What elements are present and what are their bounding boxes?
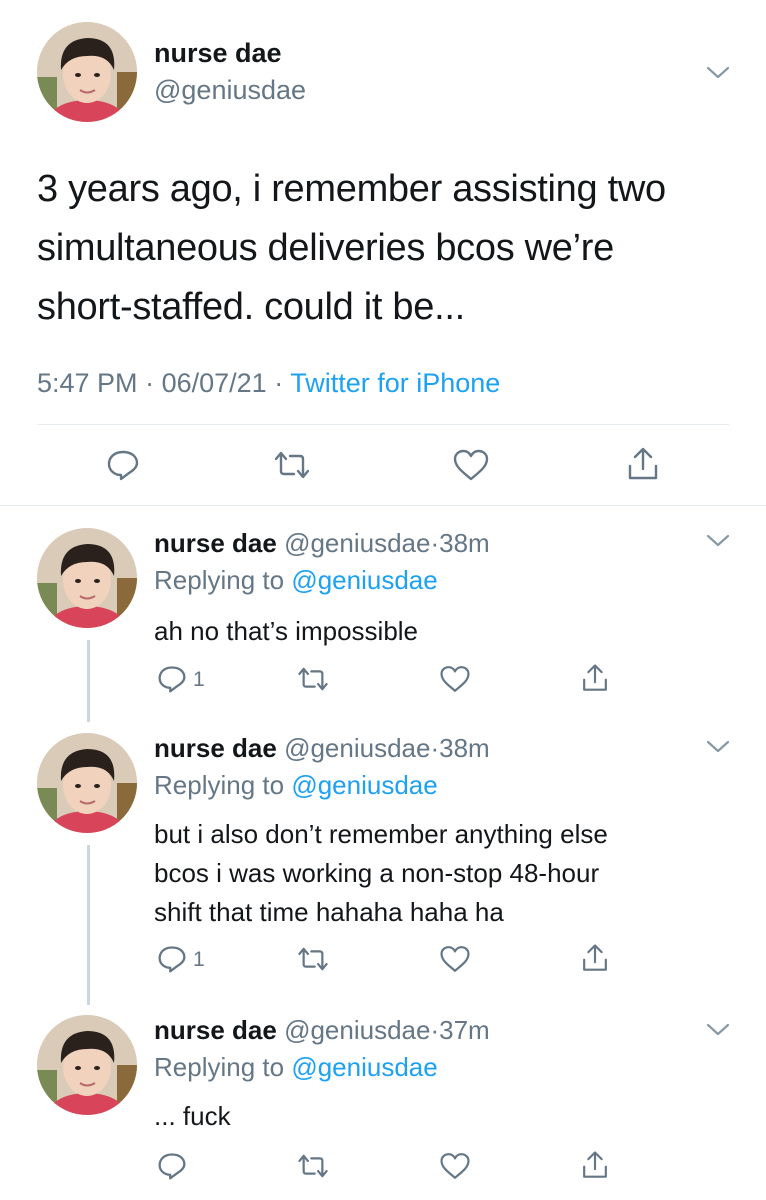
share-icon[interactable] xyxy=(580,1149,610,1181)
share-icon[interactable] xyxy=(625,446,661,482)
reply-text-line: bcos i was working a non-stop 48-hour xyxy=(154,858,600,888)
avatar[interactable] xyxy=(37,22,137,122)
share-icon[interactable] xyxy=(580,662,610,694)
tweet-time[interactable]: 5:47 PM xyxy=(37,368,138,398)
heart-icon[interactable] xyxy=(439,664,471,694)
heart-icon[interactable] xyxy=(439,1151,471,1181)
retweet-icon[interactable] xyxy=(296,664,330,694)
replying-to: Replying to @geniusdae xyxy=(154,770,438,801)
timestamp[interactable]: 38m xyxy=(439,733,490,763)
meta-separator: · xyxy=(274,368,284,398)
reply-header: nurse dae @geniusdae·37m xyxy=(154,1015,490,1046)
handle[interactable]: @geniusdae xyxy=(284,528,430,558)
reply-icon[interactable] xyxy=(157,664,187,694)
chevron-down-icon[interactable] xyxy=(705,64,731,80)
replying-handle[interactable]: @geniusdae xyxy=(291,1052,437,1082)
display-name[interactable]: nurse dae xyxy=(154,733,277,763)
handle[interactable]: @geniusdae xyxy=(154,75,306,106)
tweet-text: 3 years ago, i remember assisting two si… xyxy=(37,160,666,337)
reply-text: but i also don’t remember anything else … xyxy=(154,815,608,932)
heart-icon[interactable] xyxy=(439,944,471,974)
replying-to: Replying to @geniusdae xyxy=(154,1052,438,1083)
display-name[interactable]: nurse dae xyxy=(154,1015,277,1045)
retweet-icon[interactable] xyxy=(296,1151,330,1181)
dot: · xyxy=(430,733,440,763)
divider xyxy=(0,505,766,506)
thread-line xyxy=(87,845,90,1005)
reply-header: nurse dae @geniusdae·38m xyxy=(154,528,490,559)
share-icon[interactable] xyxy=(580,942,610,974)
reply-count: 1 xyxy=(193,668,205,691)
reply-icon[interactable] xyxy=(106,448,140,482)
tweet-text-line: short-staffed. could it be... xyxy=(37,286,465,328)
thread-line xyxy=(87,640,90,722)
reply-icon[interactable] xyxy=(157,1151,187,1181)
avatar[interactable] xyxy=(37,733,137,833)
retweet-icon[interactable] xyxy=(272,448,312,482)
timestamp[interactable]: 38m xyxy=(439,528,490,558)
divider xyxy=(37,424,729,425)
reply-text-line: ... fuck xyxy=(154,1101,231,1131)
reply-text-line: but i also don’t remember anything else xyxy=(154,819,608,849)
avatar[interactable] xyxy=(37,528,137,628)
dot: · xyxy=(430,1015,440,1045)
handle[interactable]: @geniusdae xyxy=(284,733,430,763)
reply-header: nurse dae @geniusdae·38m xyxy=(154,733,490,764)
handle[interactable]: @geniusdae xyxy=(284,1015,430,1045)
replying-label: Replying to xyxy=(154,1052,285,1082)
reply-text: ah no that’s impossible xyxy=(154,612,418,651)
display-name[interactable]: nurse dae xyxy=(154,528,277,558)
timestamp[interactable]: 37m xyxy=(439,1015,490,1045)
retweet-icon[interactable] xyxy=(296,944,330,974)
tweet-text-line: 3 years ago, i remember assisting two xyxy=(37,168,666,210)
avatar[interactable] xyxy=(37,1015,137,1115)
chevron-down-icon[interactable] xyxy=(705,738,731,754)
reply-text: ... fuck xyxy=(154,1097,231,1136)
heart-icon[interactable] xyxy=(452,448,490,482)
replying-handle[interactable]: @geniusdae xyxy=(291,565,437,595)
chevron-down-icon[interactable] xyxy=(705,532,731,548)
meta-separator: · xyxy=(145,368,155,398)
tweet-source[interactable]: Twitter for iPhone xyxy=(290,368,500,398)
dot: · xyxy=(430,528,440,558)
display-name[interactable]: nurse dae xyxy=(154,38,282,69)
reply-text-line: shift that time hahaha haha ha xyxy=(154,897,504,927)
tweet-date[interactable]: 06/07/21 xyxy=(162,368,267,398)
reply-count: 1 xyxy=(193,948,205,971)
chevron-down-icon[interactable] xyxy=(705,1021,731,1037)
replying-handle[interactable]: @geniusdae xyxy=(291,770,437,800)
replying-to: Replying to @geniusdae xyxy=(154,565,438,596)
reply-text-line: ah no that’s impossible xyxy=(154,616,419,646)
replying-label: Replying to xyxy=(154,770,285,800)
tweet-text-line: simultaneous deliveries bcos we’re xyxy=(37,227,614,269)
reply-icon[interactable] xyxy=(157,944,187,974)
tweet-meta: 5:47 PM · 06/07/21 · Twitter for iPhone xyxy=(37,368,500,399)
replying-label: Replying to xyxy=(154,565,285,595)
